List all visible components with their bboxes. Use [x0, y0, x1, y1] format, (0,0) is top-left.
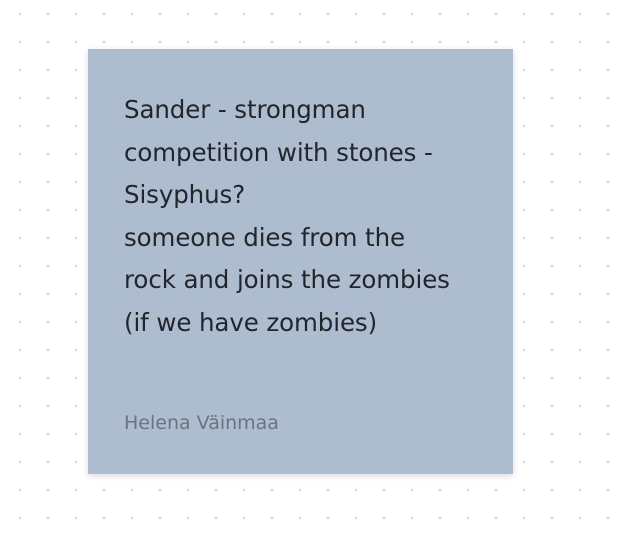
note-line: Sisyphus?	[124, 180, 246, 209]
note-author: Helena Väinmaa	[124, 412, 279, 434]
note-line: (if we have zombies)	[124, 307, 378, 337]
note-line: competition with stones -	[124, 137, 433, 167]
sticky-note[interactable]: Sander - strongman competition with ston…	[88, 49, 513, 474]
note-line: someone dies from the	[124, 222, 405, 252]
note-text: Sander - strongman competition with ston…	[124, 89, 477, 344]
note-line: Sander - strongman	[124, 95, 366, 124]
whiteboard-canvas[interactable]: Sander - strongman competition with ston…	[0, 0, 632, 545]
note-line: rock and joins the zombies	[124, 265, 450, 294]
